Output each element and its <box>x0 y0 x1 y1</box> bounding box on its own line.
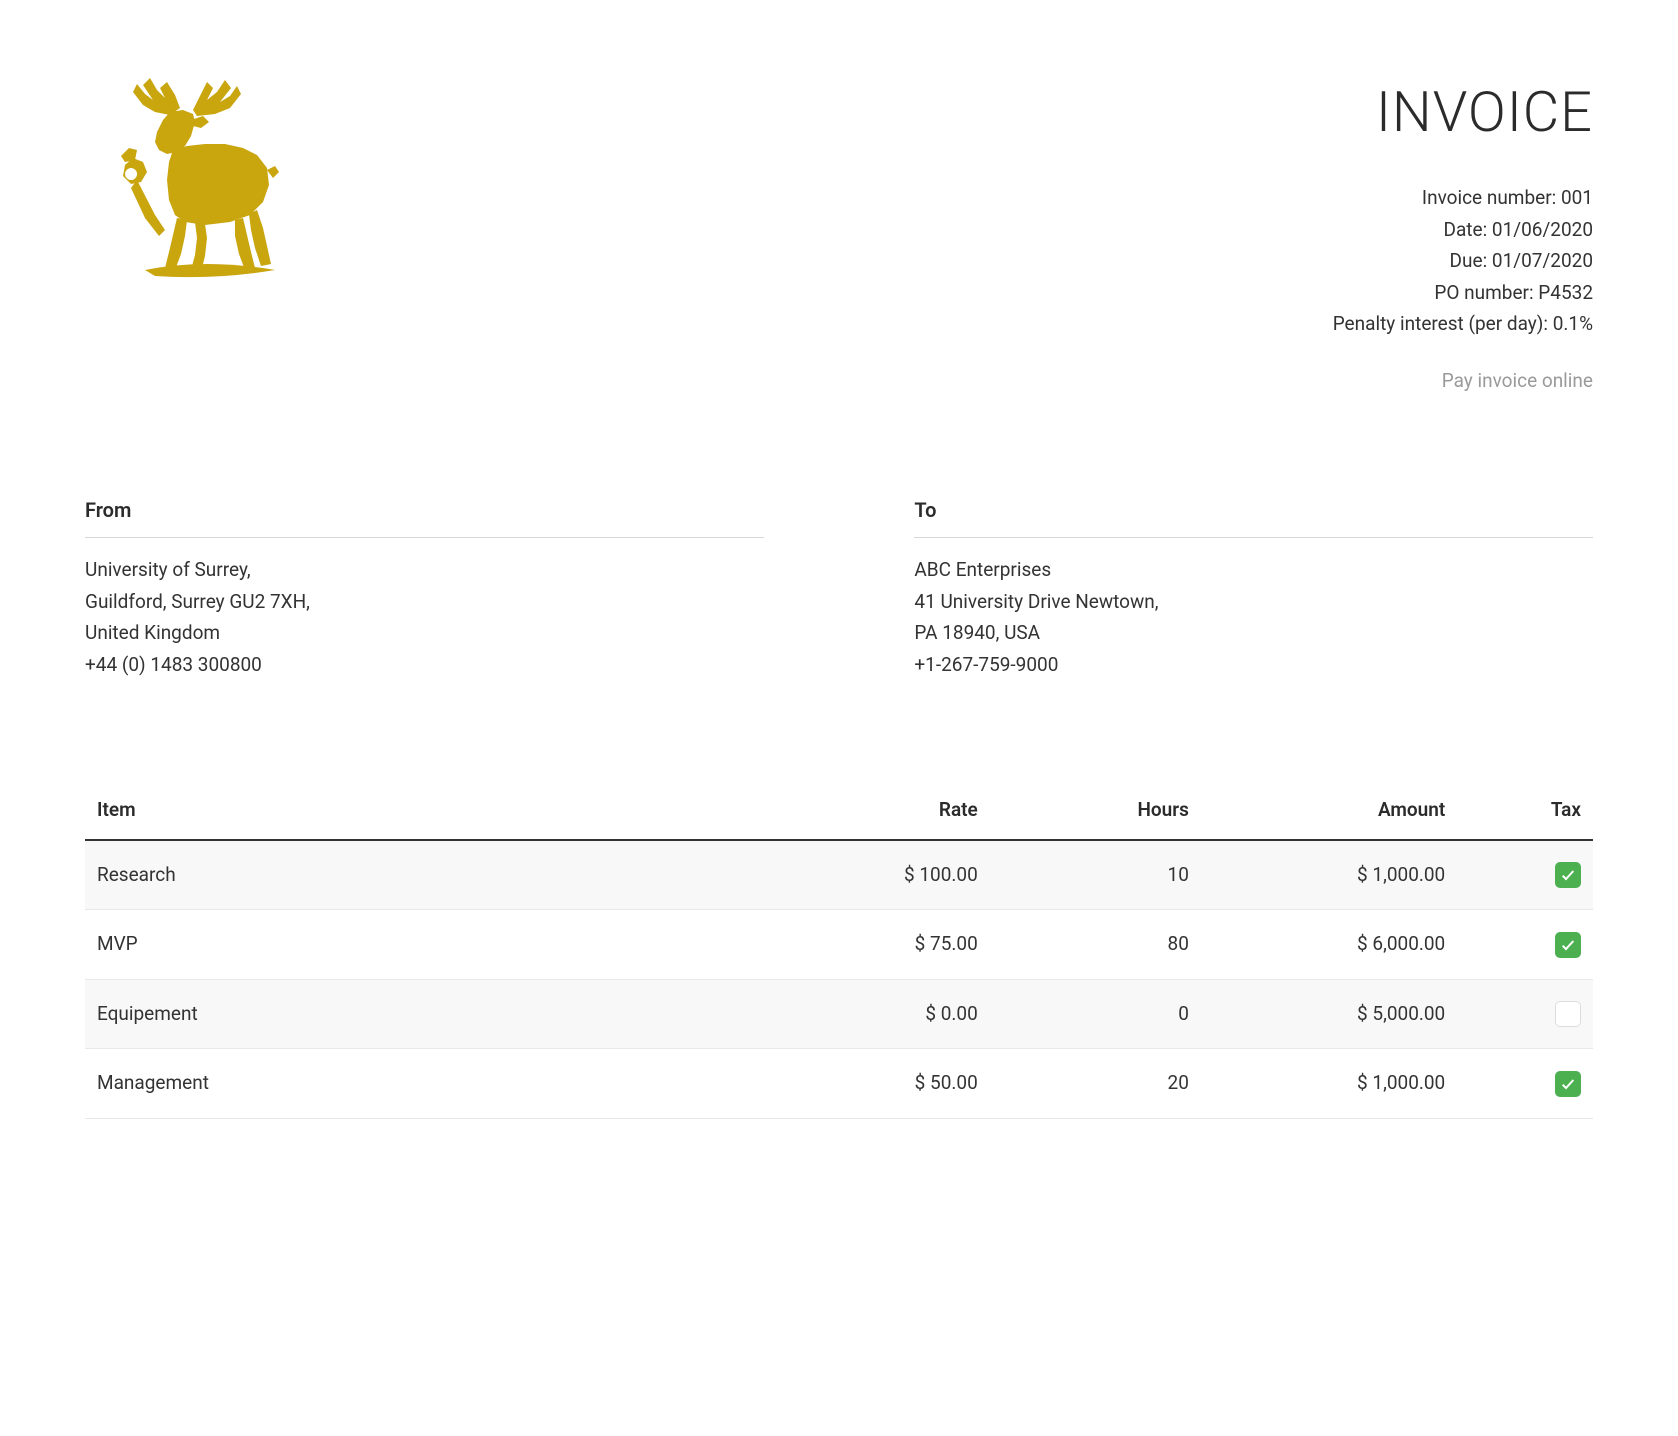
cell-tax <box>1457 1049 1593 1119</box>
check-icon <box>1560 937 1576 953</box>
cell-item: Management <box>85 1049 749 1119</box>
invoice-header: INVOICE Invoice number: 001 Date: 01/06/… <box>85 70 1593 395</box>
to-heading: To <box>914 495 1593 538</box>
invoice-number: Invoice number: 001 <box>1333 184 1593 213</box>
cell-rate: $ 50.00 <box>749 1049 990 1119</box>
cell-item: Research <box>85 840 749 910</box>
to-block: To ABC Enterprises 41 University Drive Ne… <box>914 495 1593 682</box>
to-line: +1-267-759-9000 <box>914 651 1593 680</box>
invoice-penalty: Penalty interest (per day): 0.1% <box>1333 310 1593 339</box>
cell-hours: 10 <box>990 840 1201 910</box>
cell-rate: $ 0.00 <box>749 979 990 1049</box>
from-heading: From <box>85 495 764 538</box>
cell-amount: $ 5,000.00 <box>1201 979 1457 1049</box>
tax-checkbox[interactable] <box>1555 1071 1581 1097</box>
invoice-due: Due: 01/07/2020 <box>1333 247 1593 276</box>
tax-checkbox[interactable] <box>1555 862 1581 888</box>
cell-item: MVP <box>85 910 749 980</box>
to-line: 41 University Drive Newtown, <box>914 588 1593 617</box>
cell-amount: $ 1,000.00 <box>1201 840 1457 910</box>
cell-hours: 0 <box>990 979 1201 1049</box>
cell-hours: 80 <box>990 910 1201 980</box>
stag-logo-icon <box>85 70 285 280</box>
col-header-amount: Amount <box>1201 782 1457 840</box>
cell-amount: $ 1,000.00 <box>1201 1049 1457 1119</box>
cell-tax <box>1457 979 1593 1049</box>
table-row: Equipement$ 0.000$ 5,000.00 <box>85 979 1593 1049</box>
to-line: ABC Enterprises <box>914 556 1593 585</box>
table-header-row: Item Rate Hours Amount Tax <box>85 782 1593 840</box>
invoice-meta: INVOICE Invoice number: 001 Date: 01/06/… <box>1333 70 1593 395</box>
col-header-hours: Hours <box>990 782 1201 840</box>
cell-tax <box>1457 840 1593 910</box>
from-line: United Kingdom <box>85 619 764 648</box>
tax-checkbox[interactable] <box>1555 1001 1581 1027</box>
check-icon <box>1560 867 1576 883</box>
cell-amount: $ 6,000.00 <box>1201 910 1457 980</box>
parties-section: From University of Surrey, Guildford, Sur… <box>85 495 1593 682</box>
table-row: MVP$ 75.0080$ 6,000.00 <box>85 910 1593 980</box>
cell-tax <box>1457 910 1593 980</box>
col-header-tax: Tax <box>1457 782 1593 840</box>
table-row: Management$ 50.0020$ 1,000.00 <box>85 1049 1593 1119</box>
invoice-date: Date: 01/06/2020 <box>1333 216 1593 245</box>
line-items-table: Item Rate Hours Amount Tax Research$ 100… <box>85 782 1593 1119</box>
invoice-title: INVOICE <box>1333 70 1593 154</box>
cell-hours: 20 <box>990 1049 1201 1119</box>
pay-invoice-link[interactable]: Pay invoice online <box>1442 367 1593 396</box>
table-row: Research$ 100.0010$ 1,000.00 <box>85 840 1593 910</box>
cell-item: Equipement <box>85 979 749 1049</box>
check-icon <box>1560 1076 1576 1092</box>
cell-rate: $ 100.00 <box>749 840 990 910</box>
col-header-rate: Rate <box>749 782 990 840</box>
invoice-po: PO number: P4532 <box>1333 279 1593 308</box>
company-logo <box>85 70 285 280</box>
from-line: University of Surrey, <box>85 556 764 585</box>
from-line: Guildford, Surrey GU2 7XH, <box>85 588 764 617</box>
from-line: +44 (0) 1483 300800 <box>85 651 764 680</box>
to-line: PA 18940, USA <box>914 619 1593 648</box>
col-header-item: Item <box>85 782 749 840</box>
from-block: From University of Surrey, Guildford, Sur… <box>85 495 764 682</box>
cell-rate: $ 75.00 <box>749 910 990 980</box>
tax-checkbox[interactable] <box>1555 932 1581 958</box>
